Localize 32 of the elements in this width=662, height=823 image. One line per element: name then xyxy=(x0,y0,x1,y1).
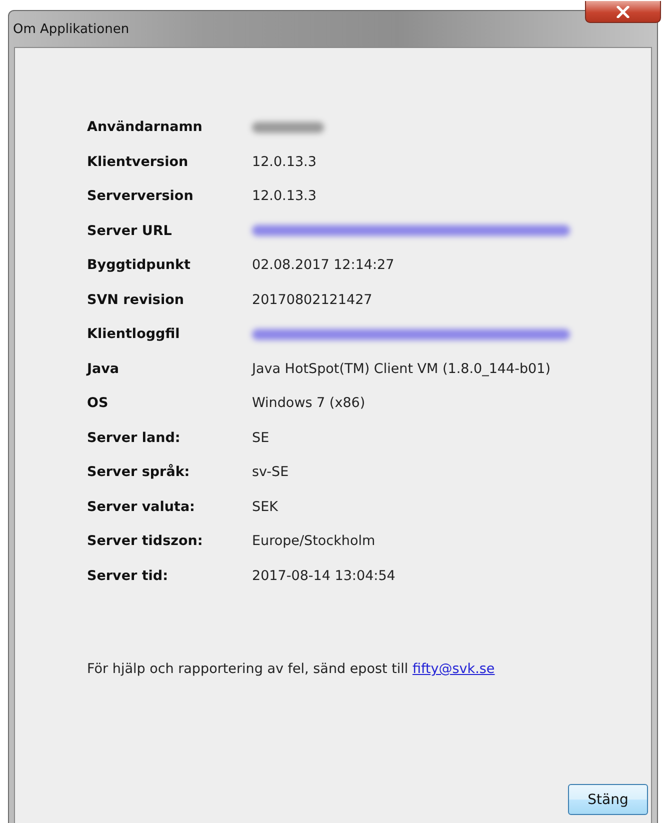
window-title: Om Applikationen xyxy=(13,22,130,36)
field-value: Windows 7 (x86) xyxy=(252,395,366,412)
close-icon xyxy=(616,6,630,18)
field-label: Server tid: xyxy=(87,568,169,584)
field-value: 2017-08-14 13:04:54 xyxy=(252,568,396,584)
field-label: Server språk: xyxy=(87,464,191,480)
close-button[interactable] xyxy=(585,1,661,23)
field-value: 12.0.13.3 xyxy=(252,188,316,204)
field-value: 20170802121427 xyxy=(252,292,372,308)
blurred-value xyxy=(252,122,324,133)
field-label: Server tidszon: xyxy=(87,533,204,550)
field-label: Byggtidpunkt xyxy=(87,257,192,274)
field-value: SEK xyxy=(252,498,278,515)
field-label: SVN revision xyxy=(87,292,185,308)
field-label: Användarnamn xyxy=(87,119,204,136)
field-value: 02.08.2017 12:14:27 xyxy=(252,257,394,274)
field-value: Java HotSpot(TM) Client VM (1.8.0_144-b01) xyxy=(252,360,550,377)
field-label: OS xyxy=(87,395,110,412)
field-value: Europe/Stockholm xyxy=(252,533,376,550)
field-label: Serverversion xyxy=(87,188,194,204)
field-label: Klientloggfil xyxy=(87,326,181,342)
help-text: För hjälp och rapportering av fel, sänd epost till fifty@svk.se xyxy=(87,661,496,677)
field-value: SE xyxy=(252,430,270,446)
close-dialog-button[interactable]: Stäng xyxy=(568,784,648,815)
field-label: Server URL xyxy=(87,222,173,239)
field-label: Server valuta: xyxy=(87,498,196,515)
field-value: sv-SE xyxy=(252,464,289,480)
field-label: Java xyxy=(87,360,120,377)
email-link[interactable]: fifty@svk.se xyxy=(412,661,495,677)
field-value: 12.0.13.3 xyxy=(252,154,316,170)
field-label: Klientversion xyxy=(87,154,190,170)
field-label: Server land: xyxy=(87,430,182,446)
